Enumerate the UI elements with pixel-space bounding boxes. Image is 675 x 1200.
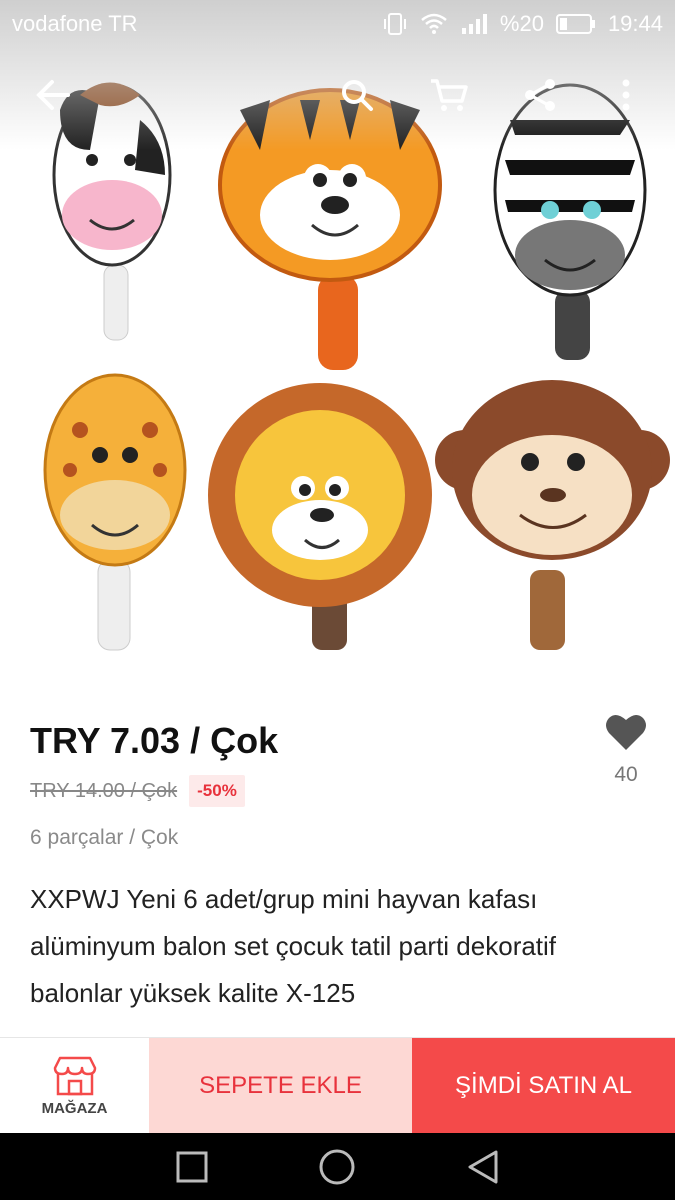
price-comparison: TRY 14.00 / Çok -50% [30,775,245,807]
back-nav-icon[interactable] [466,1149,500,1185]
battery-icon [555,14,595,34]
more-vert-icon [622,79,630,111]
buy-now-button[interactable]: ŞİMDİ SATIN AL [412,1038,675,1134]
store-label: MAĞAZA [41,1099,108,1117]
arrow-left-icon [36,80,70,110]
status-bar: vodafone TR %20 19:44 [0,0,675,48]
system-nav-bar [0,1133,675,1200]
back-button[interactable] [28,70,78,120]
original-price: TRY 14.00 / Çok [30,779,178,802]
cart-button[interactable] [424,70,474,120]
wishlist-button[interactable]: 40 [600,712,652,787]
discount-badge: -50% [189,775,245,807]
search-button[interactable] [332,70,382,120]
monkey-balloon [435,380,670,650]
signal-icon [461,14,487,34]
vibrate-icon [383,13,406,35]
share-button[interactable] [515,70,565,120]
clock: 19:44 [607,11,663,36]
action-bar: MAĞAZA SEPETE EKLE ŞİMDİ SATIN AL [0,1037,675,1134]
product-price: TRY 7.03 / Çok [30,720,279,761]
unit-info: 6 parçalar / Çok [30,826,179,849]
more-button[interactable] [606,70,646,120]
search-icon [342,80,373,111]
store-icon [53,1056,96,1095]
add-to-cart-button[interactable]: SEPETE EKLE [149,1038,412,1134]
cart-icon [431,79,468,111]
battery-percent: %20 [499,11,544,36]
share-icon [525,79,555,111]
recent-apps-icon[interactable] [175,1150,209,1184]
home-icon[interactable] [318,1148,356,1186]
product-title: XXPWJ Yeni 6 adet/grup mini hayvan kafas… [30,884,557,1008]
giraffe-balloon [43,373,187,651]
top-toolbar [0,70,675,126]
wishlist-count: 40 [614,763,638,786]
heart-icon [606,714,646,750]
store-button[interactable]: MAĞAZA [0,1038,149,1134]
carrier-name: vodafone TR [12,11,138,36]
wifi-icon [421,13,447,34]
lion-balloon [208,383,432,650]
